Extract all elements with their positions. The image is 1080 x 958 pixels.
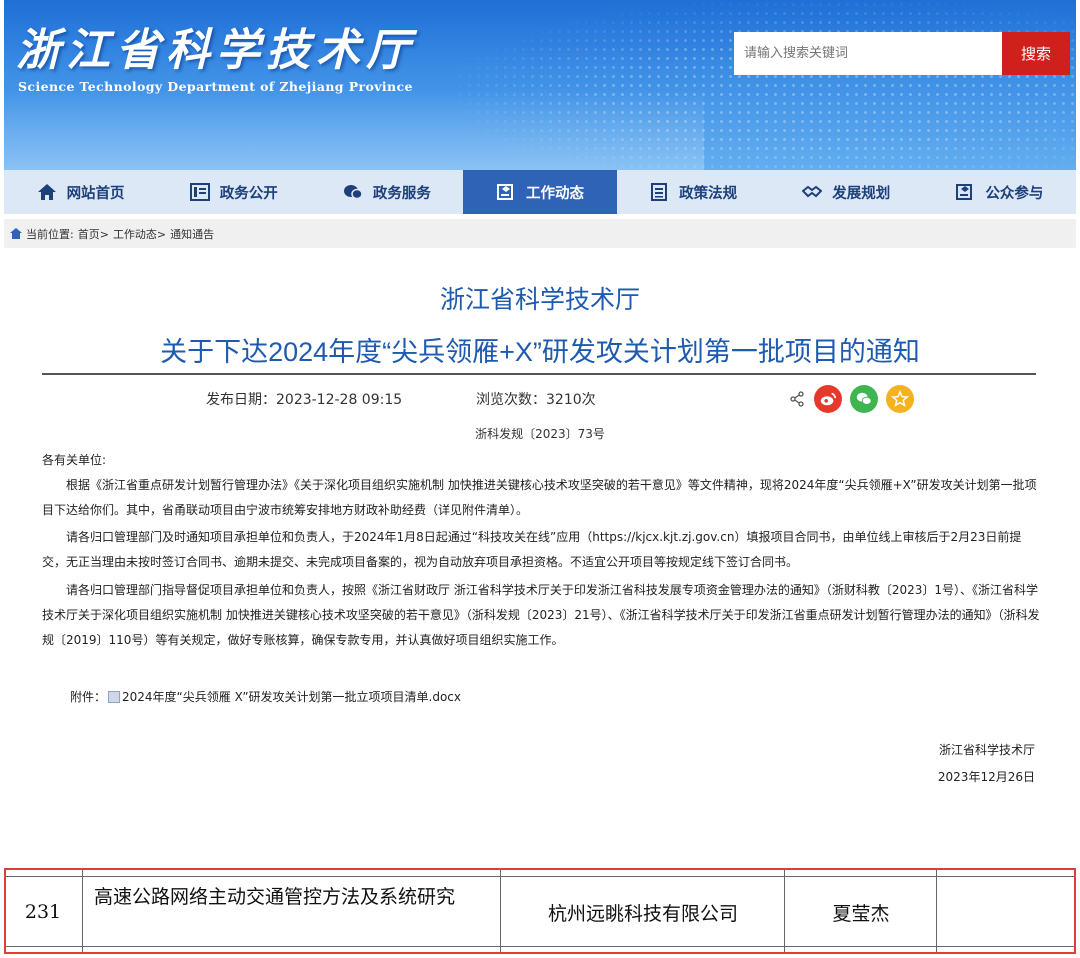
weibo-share-icon[interactable] <box>814 385 842 413</box>
breadcrumb: 当前位置: 首页> 工作动态> 通知通告 <box>4 219 1076 248</box>
nav-item-label: 发展规划 <box>832 185 891 202</box>
signature-org: 浙江省科学技术厅 <box>938 743 1035 757</box>
breadcrumb-home[interactable]: 首页> <box>78 226 109 242</box>
publish-date: 发布日期：2023-12-28 09:15 <box>206 392 403 408</box>
attachment: 附件： 2024年度“尖兵领雁 X”研发攻关计划第一批立项项目清单.docx <box>70 688 461 705</box>
breadcrumb-notices[interactable]: 通知通告 <box>170 226 214 242</box>
nav-item-home[interactable]: 网站首页 <box>4 170 157 214</box>
nav-item-services[interactable]: 政务服务 <box>310 170 463 214</box>
favorite-star-icon[interactable] <box>886 385 914 413</box>
nav-item-work-news[interactable]: 工作动态 <box>463 170 617 214</box>
file-icon <box>108 690 121 703</box>
nav-item-label: 工作动态 <box>525 185 584 202</box>
nav-item-public[interactable]: 公众参与 <box>923 170 1076 214</box>
document-number: 浙科发规〔2023〕73号 <box>475 427 605 441</box>
project-name: 高速公路网络主动交通管控方法及系统研究 <box>94 886 456 908</box>
breadcrumb-prefix: 当前位置: <box>26 227 74 241</box>
row-number: 231 <box>24 901 62 923</box>
people-icon <box>955 183 975 201</box>
breadcrumb-work-news[interactable]: 工作动态> <box>113 226 166 242</box>
article-org-title: 浙江省科学技术厅 <box>439 286 640 314</box>
site-subtitle: Science Technology Department of Zhejian… <box>18 79 413 94</box>
nav-item-label: 政策法规 <box>679 185 738 202</box>
header-banner: 浙江省科学技术厅 Science Technology Department o… <box>4 0 1076 170</box>
document-icon <box>649 183 669 201</box>
share-icon[interactable] <box>789 391 805 407</box>
highlighted-table-row: 231 高速公路网络主动交通管控方法及系统研究 杭州远眺科技有限公司 夏莹杰 <box>4 868 1076 954</box>
signature-date: 2023年12月26日 <box>937 770 1035 784</box>
paragraph: 根据《浙江省重点研发计划暂行管理办法》《关于深化项目组织实施机制 加快推进关键核… <box>42 478 1037 517</box>
paragraph: 请各归口管理部门指导督促项目承担单位和负责人，按照《浙江省财政厅 浙江省科学技术… <box>42 583 1040 647</box>
chat-icon <box>343 183 363 201</box>
view-count: 浏览次数：3210次 <box>476 392 596 408</box>
news-icon <box>496 183 516 201</box>
attachment-label: 附件： <box>70 690 107 704</box>
table-row: 231 高速公路网络主动交通管控方法及系统研究 杭州远眺科技有限公司 夏莹杰 <box>6 870 1074 952</box>
site-title[interactable]: 浙江省科学技术厅 <box>16 14 416 78</box>
location-icon <box>10 228 22 239</box>
main-nav: 网站首页 政务公开 政务服务 工作动态 政策法规 发展规划 公众参与 <box>4 170 1076 214</box>
attachment-link[interactable]: 2024年度“尖兵领雁 X”研发攻关计划第一批立项项目清单.docx <box>122 688 461 705</box>
nav-item-label: 公众参与 <box>985 185 1044 202</box>
nav-item-label: 网站首页 <box>66 185 125 202</box>
nav-item-label: 政务公开 <box>219 185 278 202</box>
salutation: 各有关单位: <box>42 453 107 467</box>
article-title: 关于下达2024年度“尖兵领雁+X”研发攻关计划第一批项目的通知 <box>160 337 920 367</box>
handshake-icon <box>802 183 823 201</box>
home-icon <box>37 183 57 201</box>
project-leader: 夏莹杰 <box>832 902 890 925</box>
paragraph: 请各归口管理部门及时通知项目承担单位和负责人，于2024年1月8日起通过“科技攻… <box>42 530 1022 569</box>
wechat-share-icon[interactable] <box>850 385 878 413</box>
list-icon <box>189 183 210 201</box>
nav-item-planning[interactable]: 发展规划 <box>770 170 923 214</box>
nav-item-policy[interactable]: 政策法规 <box>617 170 770 214</box>
title-divider <box>42 373 1036 375</box>
organization: 杭州远眺科技有限公司 <box>547 902 738 925</box>
nav-item-gov-affairs[interactable]: 政务公开 <box>157 170 310 214</box>
search-button[interactable]: 搜索 <box>1002 32 1070 75</box>
nav-item-label: 政务服务 <box>372 185 431 202</box>
search-input[interactable] <box>734 32 1002 75</box>
